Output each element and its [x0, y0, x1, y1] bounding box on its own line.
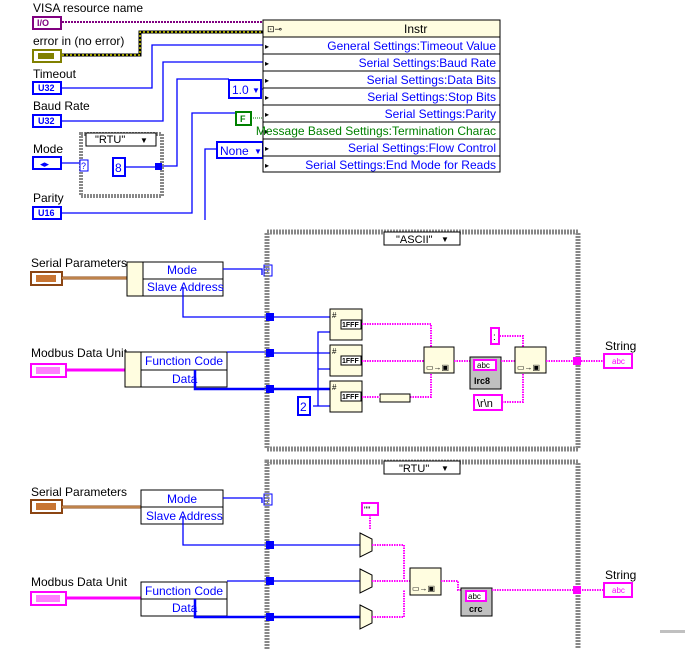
input-arrow-icon: ▸ [265, 161, 269, 170]
mdu-label: Modbus Data Unit [31, 346, 128, 360]
property-row[interactable]: Serial Settings:Stop Bits [367, 90, 496, 104]
serial-params-label: Serial Parameters [31, 485, 127, 499]
mode-label: Mode [33, 142, 63, 156]
selector-terminal: ? [81, 161, 86, 171]
ascii-case-structure[interactable] [264, 229, 581, 452]
string-to-bytes-node[interactable] [379, 393, 411, 403]
svg-text:abc: abc [477, 361, 490, 370]
timeout-terminal[interactable]: U32 [32, 81, 62, 95]
visa-label: VISA resource name [33, 1, 143, 15]
dropdown-arrow-icon: ▼ [252, 86, 260, 95]
termination-constant[interactable]: F [235, 111, 252, 126]
error-label: error in (no error) [33, 34, 124, 48]
svg-text:1FFF: 1FFF [342, 358, 359, 365]
svg-text:1FFF: 1FFF [342, 322, 359, 329]
stop-bits-constant[interactable]: 1.0 ▼ [228, 79, 262, 99]
svg-text:lrc8: lrc8 [474, 376, 490, 386]
svg-text:"RTU": "RTU" [399, 463, 429, 475]
svg-text:8: 8 [115, 161, 122, 175]
flow-wire [204, 148, 217, 220]
concat-icon: ▭→▣ [517, 363, 540, 372]
svg-text:#: # [332, 347, 337, 356]
svg-text:None: None [220, 144, 249, 158]
property-row[interactable]: Serial Settings:Baud Rate [359, 56, 497, 70]
block-diagram: VISA resource name I/O error in (no erro… [30, 1, 685, 649]
svg-text:"ASCII": "ASCII" [396, 234, 433, 246]
svg-text:2: 2 [300, 400, 307, 414]
baud-terminal[interactable]: U32 [32, 114, 62, 128]
svg-text:abc: abc [612, 586, 625, 595]
dropdown-arrow-icon: ▼ [441, 464, 449, 473]
concat-icon: ▭→▣ [426, 363, 449, 372]
input-arrow-icon: ▸ [265, 42, 269, 51]
property-node-header: Instr [404, 22, 427, 36]
property-row[interactable]: Serial Settings:Data Bits [367, 73, 496, 87]
svg-text:"": "" [364, 505, 370, 515]
string-label: String [605, 568, 636, 582]
svg-text:Slave Address: Slave Address [146, 509, 223, 523]
error-cluster-icon [38, 53, 54, 59]
svg-text:U32: U32 [38, 116, 55, 126]
property-row[interactable]: Serial Settings:End Mode for Reads [305, 158, 496, 172]
baud-label: Baud Rate [33, 99, 90, 113]
output-tunnel [155, 163, 162, 170]
input-arrow-icon: ▸ [265, 93, 269, 102]
serial-params-label: Serial Parameters [31, 256, 127, 270]
svg-text:U16: U16 [38, 208, 55, 218]
svg-text:Function Code: Function Code [145, 584, 223, 598]
cluster-icon [36, 503, 56, 510]
string-label: String [605, 339, 636, 353]
flow-control-constant[interactable]: None ▼ [216, 141, 264, 159]
dropdown-arrow-icon: ▼ [254, 147, 262, 156]
timeout-label: Timeout [33, 67, 77, 81]
concat-icon: ▭→▣ [412, 584, 435, 593]
svg-text:#: # [332, 383, 337, 392]
svg-text:I/O: I/O [37, 18, 49, 28]
rtu-case-structure[interactable] [264, 459, 581, 649]
mdu-label: Modbus Data Unit [31, 575, 128, 589]
cluster-icon [36, 367, 60, 374]
parity-terminal[interactable]: U16 [32, 206, 62, 220]
svg-text:"RTU": "RTU" [95, 134, 125, 146]
svg-text:U32: U32 [38, 83, 55, 93]
svg-text:Mode: Mode [167, 492, 197, 506]
select-node[interactable] [359, 532, 373, 558]
input-arrow-icon: ▸ [265, 144, 269, 153]
mode-terminal[interactable]: ◂▸ [32, 156, 62, 170]
dropdown-arrow-icon: ▼ [140, 136, 148, 145]
mode-case-structure[interactable]: "RTU" ▼ ? 8 [79, 132, 164, 198]
svg-text:crc: crc [469, 604, 483, 614]
svg-text::: : [493, 332, 496, 343]
visa-terminal[interactable]: I/O [32, 16, 62, 30]
dropdown-arrow-icon: ▼ [441, 235, 449, 244]
svg-text:abc: abc [468, 592, 481, 601]
ascii-section: Serial Parameters Modbus Data Unit Mode … [30, 229, 636, 452]
svg-text:\r\n: \r\n [477, 398, 493, 410]
input-arrow-icon: ▸ [265, 76, 269, 85]
svg-text:#: # [332, 311, 337, 320]
property-row[interactable]: General Settings:Timeout Value [327, 39, 496, 53]
cluster-icon [36, 275, 56, 282]
input-arrow-icon: ▸ [265, 59, 269, 68]
svg-text:Mode: Mode [167, 263, 197, 277]
visa-property-node[interactable]: ⊡⊸ Instr ▸ General Settings:Timeout Value… [256, 19, 501, 173]
svg-text:Function Code: Function Code [145, 354, 223, 368]
svg-text:Slave Address: Slave Address [147, 280, 224, 294]
enum-arrows-icon: ◂▸ [40, 159, 50, 169]
cluster-icon [36, 595, 60, 602]
svg-text:1FFF: 1FFF [342, 394, 359, 401]
property-node-icon: ⊡⊸ [267, 24, 283, 34]
parity-label: Parity [33, 191, 64, 205]
property-row[interactable]: Message Based Settings:Termination Chara… [256, 124, 496, 138]
error-terminal[interactable] [32, 49, 62, 63]
input-arrow-icon: ▸ [265, 110, 269, 119]
svg-text:abc: abc [612, 357, 625, 366]
svg-text:1.0: 1.0 [232, 83, 249, 97]
rtu-section: Serial Parameters Modbus Data Unit Mode … [30, 459, 636, 649]
property-row[interactable]: Serial Settings:Parity [385, 107, 496, 121]
property-row[interactable]: Serial Settings:Flow Control [348, 141, 496, 155]
select-node[interactable] [359, 568, 373, 594]
svg-text:F: F [240, 114, 246, 124]
select-node[interactable] [359, 604, 373, 630]
